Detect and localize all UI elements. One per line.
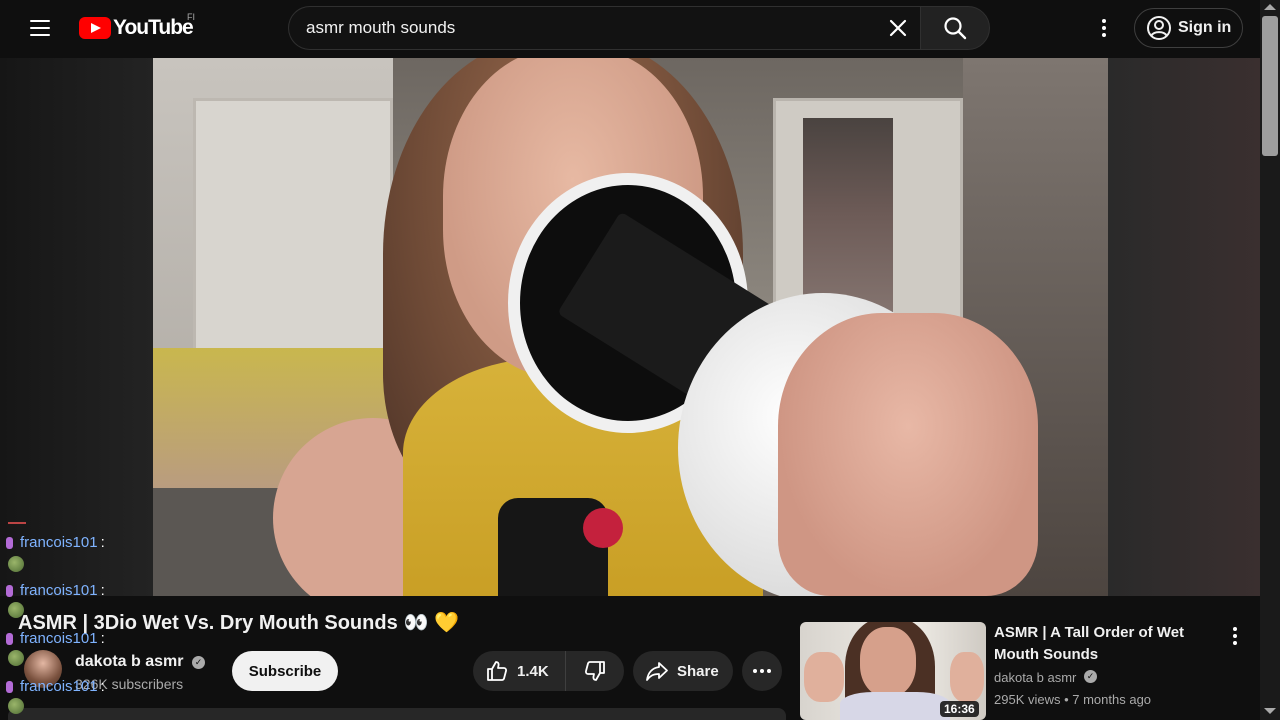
sign-in-button[interactable]: Sign in — [1134, 8, 1243, 48]
logo-text: YouTube — [113, 16, 194, 39]
emote-icon — [8, 698, 24, 714]
hand — [778, 313, 1038, 596]
mic-icon — [6, 585, 13, 598]
chat-overlay: francois101: francois101: francois101: f… — [0, 516, 200, 720]
clear-icon — [889, 19, 907, 37]
emote-icon — [8, 602, 24, 618]
account-icon — [1147, 16, 1171, 40]
chat-message: francois101: — [6, 582, 105, 599]
more-vert-icon — [1233, 627, 1237, 631]
share-icon — [646, 662, 668, 681]
chat-message: francois101: — [6, 630, 105, 647]
share-button[interactable]: Share — [633, 651, 733, 691]
search-input[interactable] — [289, 7, 876, 49]
menu-button[interactable] — [20, 10, 60, 46]
menu-icon — [30, 20, 50, 22]
chat-divider — [8, 522, 26, 524]
chat-username: francois101 — [20, 582, 98, 599]
title-emojis: 👀 💛 — [403, 612, 460, 634]
video-frame[interactable] — [153, 58, 1108, 596]
chat-message: francois101: — [6, 678, 105, 695]
like-count: 1.4K — [517, 662, 549, 680]
video-duration: 16:36 — [940, 701, 979, 717]
chat-message: francois101: — [6, 534, 105, 551]
youtube-logo-icon — [79, 17, 111, 39]
mic-icon — [6, 633, 13, 646]
sign-in-label: Sign in — [1178, 19, 1232, 36]
more-horiz-icon — [753, 669, 757, 673]
like-dislike-group: 1.4K — [473, 651, 624, 691]
recommended-video[interactable]: 16:36 ASMR | A Tall Order of Wet Mouth S… — [800, 622, 1250, 720]
search-box — [288, 6, 920, 50]
share-label: Share — [677, 662, 719, 680]
like-button[interactable]: 1.4K — [473, 651, 566, 691]
search-button[interactable] — [920, 6, 990, 50]
recommended-channel[interactable]: dakota b asmr — [994, 670, 1076, 685]
more-actions-button[interactable] — [742, 651, 782, 691]
top-bar: YouTube FI Sign in — [0, 0, 1260, 58]
recommended-title[interactable]: ASMR | A Tall Order of Wet Mouth Sounds — [994, 622, 1214, 666]
mic-icon — [6, 537, 13, 550]
scroll-up-arrow-icon[interactable] — [1264, 4, 1276, 10]
country-code: FI — [187, 12, 195, 22]
subscribe-button[interactable]: Subscribe — [232, 651, 338, 691]
emote-icon — [8, 650, 24, 666]
chat-username: francois101 — [20, 678, 98, 695]
thumb-down-icon — [584, 661, 605, 681]
recommended-more-button[interactable] — [1225, 624, 1245, 648]
chat-username: francois101 — [20, 630, 98, 647]
youtube-logo[interactable]: YouTube — [79, 15, 194, 41]
chat-username: francois101 — [20, 534, 98, 551]
thumb-up-icon — [487, 661, 508, 681]
verified-icon: ✓ — [1084, 670, 1097, 683]
scrollbar-thumb[interactable] — [1262, 16, 1278, 156]
scroll-down-arrow-icon[interactable] — [1264, 708, 1276, 714]
clear-search-button[interactable] — [876, 6, 920, 50]
recommended-meta: 295K views • 7 months ago — [994, 692, 1152, 707]
dislike-button[interactable] — [566, 651, 624, 691]
more-vert-icon — [1102, 19, 1106, 23]
search-icon — [944, 17, 967, 40]
recommended-thumbnail[interactable]: 16:36 — [800, 622, 986, 720]
mic-icon — [6, 681, 13, 694]
emote-icon — [8, 556, 24, 572]
settings-more-button[interactable] — [1084, 8, 1124, 48]
